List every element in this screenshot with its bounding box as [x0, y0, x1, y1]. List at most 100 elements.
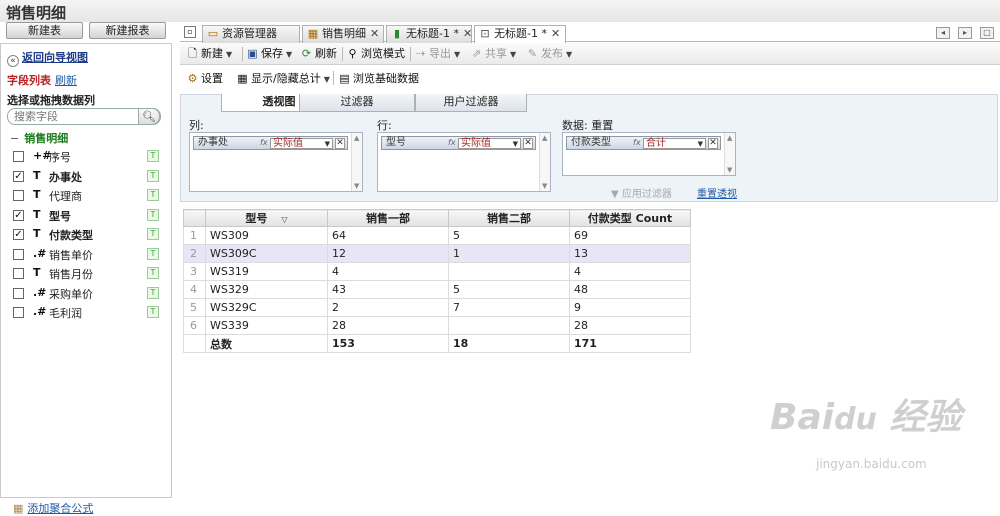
- tab-filters[interactable]: 过滤器: [299, 94, 415, 112]
- field-row[interactable]: .# 毛利润 T: [13, 304, 161, 322]
- publish-button[interactable]: ✎ 发布 ▼: [526, 46, 572, 62]
- table-row[interactable]: 2 WS309C 12 1 13: [183, 244, 691, 263]
- scrollbar[interactable]: ▲ ▼: [724, 133, 735, 175]
- cell-count[interactable]: 28: [569, 316, 691, 335]
- field-tag-icon[interactable]: T: [147, 189, 159, 201]
- chevron-up-icon[interactable]: ▲: [354, 134, 359, 142]
- aggregation-select[interactable]: 实际值 ▼: [458, 138, 521, 149]
- chevron-down-icon[interactable]: ▼: [727, 166, 732, 174]
- scroll-right-icon[interactable]: ▸: [958, 27, 972, 39]
- table-row[interactable]: 4 WS329 43 5 48: [183, 280, 691, 299]
- new-report-button[interactable]: 新建报表: [89, 22, 166, 39]
- tree-root[interactable]: − 销售明细: [10, 130, 68, 146]
- back-to-wizard[interactable]: «返回向导视图: [7, 49, 88, 67]
- chevron-down-icon[interactable]: ▼: [354, 182, 359, 190]
- cell-dept1[interactable]: 43: [327, 280, 449, 299]
- field-tag-icon[interactable]: T: [147, 306, 159, 318]
- cell-dept1[interactable]: 12: [327, 244, 449, 263]
- field-checkbox[interactable]: [13, 248, 24, 260]
- settings-button[interactable]: ⚙ 设置: [186, 70, 223, 86]
- cell-dept1[interactable]: 64: [327, 226, 449, 245]
- share-button[interactable]: ⇗ 共享 ▼: [470, 46, 516, 62]
- cell-count[interactable]: 48: [569, 280, 691, 299]
- field-tag-icon[interactable]: T: [147, 228, 159, 240]
- column-header-model[interactable]: 型号 ▽: [205, 209, 328, 227]
- field-row[interactable]: +# 序号 T: [13, 148, 161, 166]
- field-tag-icon[interactable]: T: [147, 169, 159, 182]
- browse-mode-button[interactable]: ⚲ 浏览模式: [346, 46, 405, 62]
- table-row[interactable]: 3 WS319 4 4: [183, 262, 691, 281]
- refresh-button[interactable]: ⟳ 刷新: [300, 46, 337, 62]
- field-row[interactable]: ✓ T 型号 T: [13, 207, 161, 225]
- cell-dept2[interactable]: 1: [448, 244, 570, 263]
- rows-field-pill[interactable]: 型号 fx 实际值 ▼ ✕: [381, 136, 536, 150]
- search-icon[interactable]: 🔍︎: [138, 108, 160, 125]
- remove-field-icon[interactable]: ✕: [523, 138, 533, 149]
- field-row[interactable]: ✓ T 付款类型 T: [13, 226, 161, 244]
- cell-dept2[interactable]: [448, 316, 570, 335]
- cell-count[interactable]: 13: [569, 244, 691, 263]
- maximize-icon[interactable]: □: [980, 27, 994, 39]
- scrollbar[interactable]: ▲ ▼: [539, 133, 550, 191]
- field-search-input[interactable]: [14, 109, 134, 124]
- cell-model[interactable]: WS319: [205, 262, 328, 281]
- table-row[interactable]: 1 WS309 64 5 69: [183, 226, 691, 245]
- field-tag-icon[interactable]: T: [147, 286, 159, 299]
- back-to-wizard-link[interactable]: 返回向导视图: [22, 51, 88, 64]
- field-refresh-link[interactable]: 刷新: [55, 74, 77, 87]
- browse-base-data-button[interactable]: ▤ 浏览基础数据: [338, 70, 419, 86]
- tab-resource-manager[interactable]: ▭ 资源管理器: [202, 25, 300, 43]
- cell-dept1[interactable]: 4: [327, 262, 449, 281]
- column-header-dept2[interactable]: 销售二部: [448, 209, 570, 227]
- cell-dept2[interactable]: [448, 262, 570, 281]
- field-tag-icon[interactable]: T: [147, 150, 159, 162]
- close-icon[interactable]: ✕: [551, 27, 560, 40]
- apply-filter-button[interactable]: ▼ 应用过滤器: [611, 185, 672, 200]
- field-row[interactable]: T 代理商 T: [13, 187, 161, 205]
- field-checkbox[interactable]: [13, 151, 24, 162]
- cell-dept1[interactable]: 2: [327, 298, 449, 317]
- field-checkbox[interactable]: ✓: [13, 209, 24, 221]
- new-button[interactable]: 🗋 新建 ▼: [186, 46, 232, 62]
- field-checkbox[interactable]: [13, 190, 24, 201]
- cell-dept1[interactable]: 28: [327, 316, 449, 335]
- cell-count[interactable]: 69: [569, 226, 691, 245]
- columns-field-pill[interactable]: 办事处 fx 实际值 ▼ ✕: [193, 136, 348, 150]
- collapse-icon[interactable]: −: [10, 132, 19, 145]
- cell-model[interactable]: WS329C: [205, 298, 328, 317]
- cell-dept2[interactable]: 5: [448, 226, 570, 245]
- cell-count[interactable]: 9: [569, 298, 691, 317]
- chevron-up-icon[interactable]: ▲: [542, 134, 547, 142]
- cell-count[interactable]: 4: [569, 262, 691, 281]
- field-checkbox[interactable]: [13, 307, 24, 318]
- close-icon[interactable]: ✕: [370, 27, 379, 40]
- tab-untitled-chart[interactable]: ▮ 无标题-1 * ✕: [386, 25, 472, 43]
- save-button[interactable]: ▣ 保存 ▼: [246, 46, 292, 62]
- aggregation-select[interactable]: 合计 ▼: [643, 138, 706, 149]
- column-header-dept1[interactable]: 销售一部: [327, 209, 449, 227]
- table-row[interactable]: 5 WS329C 2 7 9: [183, 298, 691, 317]
- tab-sales-detail[interactable]: ▦ 销售明细 ✕: [302, 25, 384, 43]
- tab-untitled-pivot[interactable]: ⊡ 无标题-1 * ✕: [474, 25, 566, 44]
- chevron-up-icon[interactable]: ▲: [727, 134, 732, 142]
- field-tag-icon[interactable]: T: [147, 247, 159, 260]
- field-row[interactable]: ✓ T 办事处 T: [13, 168, 161, 186]
- remove-field-icon[interactable]: ✕: [708, 138, 718, 149]
- field-row[interactable]: .# 采购单价 T: [13, 285, 161, 303]
- reset-pivot-link[interactable]: 重置透视: [697, 185, 737, 200]
- cell-model[interactable]: WS309C: [205, 244, 328, 263]
- show-hide-totals-button[interactable]: ▦ 显示/隐藏总计 ▼: [236, 70, 330, 86]
- field-checkbox[interactable]: [13, 287, 24, 299]
- field-row[interactable]: .# 销售单价 T: [13, 246, 161, 264]
- table-row[interactable]: 6 WS339 28 28: [183, 316, 691, 335]
- field-checkbox[interactable]: ✓: [13, 170, 24, 182]
- aggregation-select[interactable]: 实际值 ▼: [270, 138, 333, 149]
- cell-dept2[interactable]: 7: [448, 298, 570, 317]
- cell-dept2[interactable]: 5: [448, 280, 570, 299]
- sort-down-icon[interactable]: ▽: [281, 215, 287, 224]
- data-field-pill[interactable]: 付款类型 fx 合计 ▼ ✕: [566, 136, 721, 150]
- chevron-down-icon[interactable]: ▼: [542, 182, 547, 190]
- field-checkbox[interactable]: ✓: [13, 229, 24, 240]
- field-tag-icon[interactable]: T: [147, 267, 159, 279]
- data-dropzone[interactable]: 付款类型 fx 合计 ▼ ✕ ▲ ▼: [562, 132, 736, 176]
